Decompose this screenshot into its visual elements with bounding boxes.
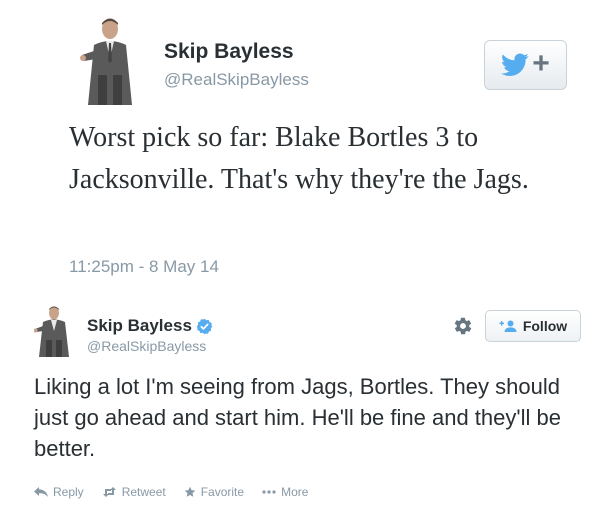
tweet-text: Worst pick so far: Blake Bortles 3 to Ja… (69, 122, 529, 195)
author-handle[interactable]: @RealSkipBayless (87, 338, 206, 354)
tweet-text: Liking a lot I'm seeing from Jags, Bortl… (34, 374, 561, 461)
author-name-row[interactable]: Skip Bayless (87, 316, 213, 336)
more-label: More (281, 485, 309, 499)
reply-button[interactable]: Reply (34, 485, 84, 499)
gear-icon[interactable] (453, 316, 473, 336)
follow-label: Follow (522, 318, 568, 334)
author-handle[interactable]: @RealSkipBayless (164, 70, 309, 90)
star-icon (184, 486, 195, 497)
tweet-actions: Reply Retweet Favorite More (34, 485, 308, 499)
author-name[interactable]: Skip Bayless (164, 40, 294, 64)
retweet-button[interactable]: Retweet (102, 485, 166, 499)
tweet-embed-1: Skip Bayless @RealSkipBayless + Worst pi… (0, 0, 600, 288)
twitter-bird-icon (501, 53, 529, 76)
timestamp[interactable]: 11:25pm - 8 May 14 (69, 257, 219, 277)
add-user-icon (499, 320, 517, 332)
reply-icon (34, 487, 48, 497)
author-name[interactable]: Skip Bayless (87, 316, 192, 336)
tweet-2: Skip Bayless @RealSkipBayless Follow Lik… (0, 288, 600, 519)
reply-label: Reply (53, 485, 84, 499)
verified-badge-icon (196, 318, 213, 334)
plus-icon: + (532, 47, 550, 80)
avatar[interactable] (34, 305, 74, 357)
follow-button[interactable]: + (484, 40, 567, 90)
retweet-label: Retweet (121, 485, 166, 499)
more-dots-icon (262, 490, 276, 494)
favorite-label: Favorite (200, 485, 245, 499)
retweet-icon (102, 487, 116, 497)
more-button[interactable]: More (262, 485, 308, 499)
avatar[interactable] (80, 15, 142, 105)
follow-button[interactable]: Follow (485, 310, 581, 342)
favorite-button[interactable]: Favorite (184, 485, 244, 499)
